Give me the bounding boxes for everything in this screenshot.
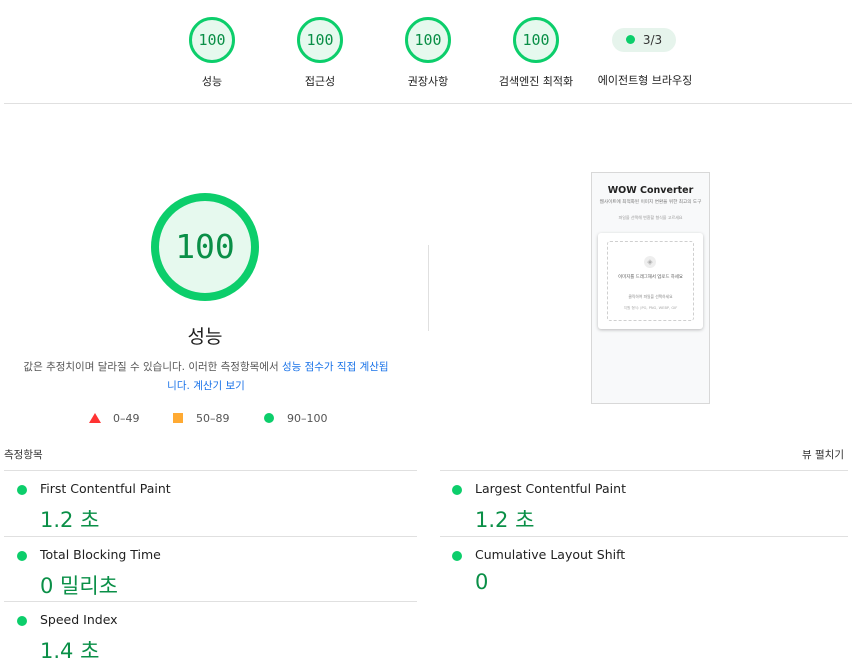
upload-icon: ◈ <box>644 256 656 268</box>
metric-name: Cumulative Layout Shift <box>475 547 626 562</box>
metric-divider <box>4 536 417 537</box>
average-square-icon <box>173 413 183 423</box>
screenshot-subtitle-2: 파일을 선택해 변환할 형식을 고르세요 <box>618 215 683 220</box>
legend-pass: 90–100 <box>264 412 328 425</box>
final-screenshot[interactable]: WOW Converter 웹사이트에 최적화된 이미지 변환을 위한 최고의 … <box>591 172 710 404</box>
metric-name: Speed Index <box>40 612 118 627</box>
pass-dot-icon <box>452 551 462 561</box>
gauge-label: 검색엔진 최적화 <box>498 75 574 88</box>
gauge-score: 100 <box>189 17 235 63</box>
summary-bar: 100 성능 100 접근성 100 권장사항 100 검색엔진 최적화 3/3… <box>0 0 853 104</box>
pass-dot-icon <box>452 485 462 495</box>
legend-fail-range: 0–49 <box>113 412 140 425</box>
metric-divider <box>4 601 417 602</box>
fail-triangle-icon <box>89 413 101 423</box>
legend-pass-range: 90–100 <box>287 412 328 425</box>
metric-name: Largest Contentful Paint <box>475 481 626 496</box>
gauge-best-practices[interactable]: 100 권장사항 <box>378 17 478 89</box>
metric-divider <box>4 470 417 471</box>
metric-name: First Contentful Paint <box>40 481 171 496</box>
gauge-performance[interactable]: 100 성능 <box>162 17 262 89</box>
agentic-browsing-badge[interactable]: 3/3 <box>612 28 676 52</box>
pass-dot-icon <box>17 616 27 626</box>
gauge-label: 성능 <box>201 75 223 88</box>
metric-divider <box>440 470 848 471</box>
gauge-label: 접근성 <box>304 75 336 88</box>
gauge-accessibility[interactable]: 100 접근성 <box>270 17 370 89</box>
expand-view-toggle[interactable]: 뷰 펼치기 <box>802 447 844 462</box>
agentic-browsing-value: 3/3 <box>642 33 663 47</box>
gauge-seo[interactable]: 100 검색엔진 최적화 <box>486 17 586 89</box>
metrics-header: 측정항목 <box>4 449 43 461</box>
performance-description: 값은 추정치이며 달라질 수 있습니다. 이러한 측정항목에서 성능 점수가 직… <box>20 358 392 396</box>
score-calculation-link[interactable]: 성능 점수가 직접 계산됩 <box>282 361 389 373</box>
gauge-score: 100 <box>297 17 343 63</box>
screenshot-title: WOW Converter <box>607 185 694 196</box>
pass-dot-icon <box>17 551 27 561</box>
performance-score: 100 <box>175 227 235 266</box>
dropzone-subtext: 클릭하여 파일을 선택하세요 <box>628 294 673 299</box>
metric-value: 0 <box>475 570 489 594</box>
legend-average: 50–89 <box>173 412 230 425</box>
screenshot-dropzone: ◈ 이미지를 드래그해서 업로드 하세요 클릭하여 파일을 선택하세요 지원 형… <box>607 241 694 321</box>
divider <box>4 103 852 104</box>
metric-value: 1.4 초 <box>40 639 100 663</box>
legend-average-range: 50–89 <box>196 412 230 425</box>
pass-circle-icon <box>264 413 274 423</box>
metric-value: 1.2 초 <box>40 508 100 532</box>
screenshot-subtitle: 웹사이트에 최적화된 이미지 변환을 위한 최고의 도구 <box>599 200 702 205</box>
gauge-score: 100 <box>513 17 559 63</box>
vertical-divider <box>428 245 429 331</box>
pass-dot-icon <box>17 485 27 495</box>
description-text: 값은 추정치이며 달라질 수 있습니다. 이러한 측정항목에서 <box>23 361 282 373</box>
pass-dot-icon <box>625 35 635 44</box>
agentic-browsing-label[interactable]: 에이전트형 브라우징 <box>590 72 700 88</box>
performance-title: 성능 <box>187 326 223 348</box>
screenshot-upload-card: ◈ 이미지를 드래그해서 업로드 하세요 클릭하여 파일을 선택하세요 지원 형… <box>598 233 703 329</box>
metric-value: 0 밀리초 <box>40 574 118 598</box>
view-calculator-link[interactable]: 계산기 보기 <box>193 380 245 392</box>
gauge-score: 100 <box>405 17 451 63</box>
metric-name: Total Blocking Time <box>40 547 161 562</box>
metric-value: 1.2 초 <box>475 508 535 532</box>
dropzone-formats: 지원 형식: JPG, PNG, WEBP, GIF <box>623 306 678 310</box>
metric-divider <box>440 536 848 537</box>
dropzone-text: 이미지를 드래그해서 업로드 하세요 <box>618 275 683 280</box>
gauge-label: 권장사항 <box>407 75 449 88</box>
performance-gauge: 100 <box>151 193 259 301</box>
score-calculation-link-cont[interactable]: 니다. <box>167 380 190 392</box>
legend-fail: 0–49 <box>89 412 140 425</box>
